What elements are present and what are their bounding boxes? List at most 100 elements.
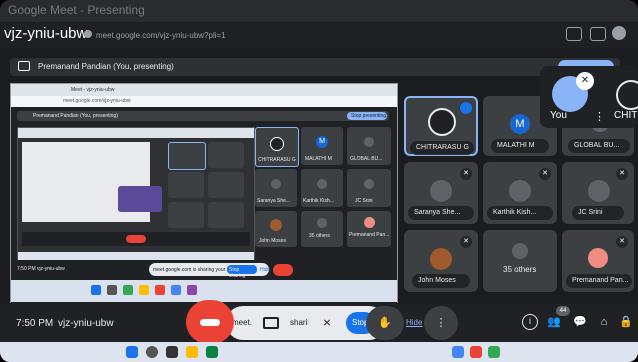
people-count-badge: 44 <box>556 306 570 316</box>
hide-link[interactable]: Hide <box>406 318 422 327</box>
shared-tile-1: CHITRARASU G <box>255 127 299 167</box>
more-options-button[interactable]: ⋮ <box>424 306 458 340</box>
shared-tile-6-name: JC Srini <box>355 198 373 204</box>
shared-tab-label: Meet - vjz-yniu-ubw <box>71 87 115 93</box>
shared-stop-sharing: Stop sharing <box>227 265 257 279</box>
app-icon-4[interactable] <box>488 346 500 358</box>
participant-tile-saranya[interactable]: ✕ Saranya She... <box>404 162 478 224</box>
faded-window-title: Google Meet - Presenting <box>8 3 145 17</box>
shared-tile-7-name: John Moses <box>259 238 286 244</box>
taskview-icon[interactable] <box>166 346 178 358</box>
camera-off-icon <box>263 317 279 329</box>
raise-hand-button[interactable]: ✋ <box>366 306 404 340</box>
shared-stop-button: Stop presenting <box>347 112 387 120</box>
shared-tile-8-name: 35 others <box>309 233 330 239</box>
mic-off-icon: ⨯ <box>322 317 332 329</box>
end-call-button[interactable] <box>186 300 234 344</box>
nested-screen-capture <box>17 127 255 269</box>
peek-name: CHIT <box>614 110 638 121</box>
shared-taskbar-icon-6 <box>171 285 181 295</box>
nested-tile-3 <box>168 172 204 198</box>
camera-icon[interactable] <box>590 27 606 41</box>
shared-tile-7-avatar <box>270 219 282 231</box>
cast-icon[interactable] <box>566 27 582 41</box>
shared-taskbar-icon-1 <box>91 285 101 295</box>
app-icon-2[interactable] <box>452 346 464 358</box>
saranya-mic-off-icon: ✕ <box>460 168 472 180</box>
info-icon[interactable]: i <box>522 314 538 330</box>
windows-taskbar <box>0 342 638 362</box>
windows-start-icon[interactable] <box>126 346 138 358</box>
shared-tile-4: Saranya She... <box>255 169 297 207</box>
shared-taskbar-icon-7 <box>187 285 197 295</box>
site-info-icon[interactable] <box>84 30 92 38</box>
participant-tile-john[interactable]: ✕ John Moses <box>404 230 478 292</box>
mic-toggle-button[interactable]: ⨯ <box>308 306 346 340</box>
participant-tile-premanand[interactable]: ✕ Premanand Pan... <box>562 230 634 292</box>
shared-time: 7:50 PM <box>17 266 36 272</box>
camera-toggle-button[interactable] <box>252 306 290 340</box>
nested-tabs <box>18 128 254 138</box>
shared-tile-2-avatar: M <box>316 136 328 148</box>
participant-tile-karthik[interactable]: ✕ Karthik Kish... <box>483 162 557 224</box>
chat-icon[interactable]: 💬 <box>572 314 588 330</box>
activities-icon[interactable]: ⌂ <box>596 314 612 330</box>
shared-tile-5-name: Karthik Kish... <box>303 198 334 204</box>
end-call-icon <box>200 319 220 326</box>
meeting-code: vjz-yniu-ubw <box>58 318 114 329</box>
shared-taskbar-icon-5 <box>155 285 165 295</box>
john-avatar <box>430 248 452 270</box>
more-vert-icon: ⋮ <box>435 317 447 329</box>
participant-name-saranya: Saranya She... <box>408 206 474 220</box>
file-explorer-icon[interactable] <box>186 346 198 358</box>
profile-icon[interactable] <box>612 26 626 40</box>
shared-tile-5: Karthik Kish... <box>301 169 343 207</box>
karthik-mic-off-icon: ✕ <box>539 168 551 180</box>
lock-icon[interactable]: 🔒 <box>618 314 634 330</box>
shared-tile-5-avatar <box>317 179 327 189</box>
shared-stop-label: Stop presenting <box>351 113 387 119</box>
shared-taskbar-icon-4 <box>139 285 149 295</box>
shared-tile-1-name: CHITRARASU G <box>258 157 296 163</box>
nested-tile-4 <box>208 172 244 198</box>
shared-tile-9-name: Premanand Pan... <box>349 232 390 238</box>
participant-tile-jcsrini[interactable]: ✕ JC Srini <box>562 162 634 224</box>
others-avatar <box>512 243 528 259</box>
saranya-avatar <box>430 180 452 202</box>
app-icon-3[interactable] <box>470 346 482 358</box>
shared-address-bar: meet.google.com/vjz-yniu-ubw <box>11 96 397 107</box>
self-view-panel[interactable]: ✕ You ⋮ CHIT <box>540 66 638 128</box>
premanand-mic-off-icon: ✕ <box>616 236 628 248</box>
participant-name-malathi: MALATHI M <box>491 139 549 153</box>
participant-name-global: GLOBAL BU... <box>568 139 630 153</box>
meeting-code-title: vjz-yniu-ubw <box>4 25 88 42</box>
app-icon-1[interactable] <box>206 346 218 358</box>
meeting-time: 7:50 PM <box>16 318 54 329</box>
shared-tile-4-name: Saranya She... <box>257 198 291 204</box>
nested-tile-1 <box>168 142 206 170</box>
self-label: You <box>550 110 567 121</box>
shared-tile-1-avatar <box>270 137 284 151</box>
sharing-notice-pill: meet. sharing Stop <box>226 306 386 340</box>
john-mic-off-icon: ✕ <box>460 236 472 248</box>
shared-banner: Premanand Pandian (You, presenting) <box>17 111 389 121</box>
shared-taskbar-icon-3 <box>123 285 133 295</box>
search-icon[interactable] <box>146 346 158 358</box>
participant-tile-others[interactable]: 35 others <box>483 230 557 292</box>
shared-tile-2: M MALATHI M <box>301 127 343 165</box>
shared-tile-3: GLOBAL BU... <box>347 127 391 165</box>
shared-tile-6-avatar <box>364 179 374 189</box>
malathi-avatar: M <box>510 114 530 134</box>
sharing-fragment: meet. <box>232 318 253 327</box>
self-more-icon[interactable]: ⋮ <box>594 110 605 123</box>
nested-tile-2 <box>208 142 244 168</box>
participant-tile-chitrarasu[interactable]: CHITRARASU G <box>404 96 478 156</box>
shared-tile-3-name: GLOBAL BU... <box>350 156 383 162</box>
shared-tabs-strip: Meet - vjz-yniu-ubw <box>11 84 397 96</box>
participant-name-karthik: Karthik Kish... <box>487 206 553 220</box>
shared-tile-9-avatar <box>364 217 375 228</box>
people-icon[interactable]: 👥 <box>546 314 562 330</box>
address-url[interactable]: meet.google.com/vjz-yniu-ubw?pli=1 <box>96 31 226 40</box>
shared-hide: Hide <box>260 267 271 273</box>
peek-avatar <box>616 80 638 110</box>
